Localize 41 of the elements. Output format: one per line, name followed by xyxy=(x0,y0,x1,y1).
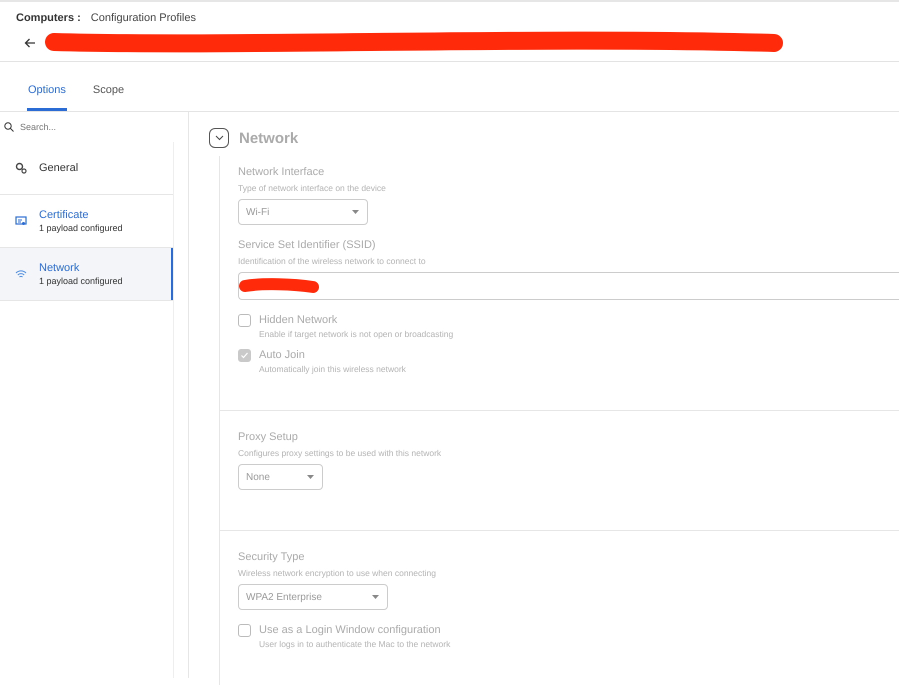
field-label: Network Interface xyxy=(238,166,326,178)
checkbox[interactable] xyxy=(238,624,251,637)
field-label: Proxy Setup xyxy=(238,431,299,443)
certificate-icon xyxy=(15,215,27,227)
back-arrow-icon[interactable] xyxy=(24,37,36,49)
checkbox-label: Auto Join xyxy=(259,349,306,361)
field-hint: Wireless network encryption to use when connecting xyxy=(238,568,437,578)
breadcrumb-link[interactable]: Computers : xyxy=(16,12,81,24)
checkbox[interactable] xyxy=(238,314,251,327)
field-hint: Identification of the wireless network to connect to xyxy=(238,256,427,266)
checkbox[interactable] xyxy=(238,349,251,362)
gear-icon xyxy=(15,162,27,174)
chevron-icon xyxy=(214,135,224,141)
field-hint: Enable if target network is not open or broadcasting xyxy=(259,329,454,339)
checkbox-label: Hidden Network xyxy=(259,314,338,326)
checkbox-label: Use as a Login Window configuration xyxy=(259,624,442,636)
field-label: Security Type xyxy=(238,551,306,563)
item-subtitle: 1 payload configured xyxy=(39,276,123,286)
input-field[interactable] xyxy=(238,272,899,300)
item-label: Network xyxy=(39,262,80,274)
sidebar-item[interactable]: Network 1 payload configured xyxy=(0,248,173,301)
sidebar-item[interactable]: General xyxy=(0,142,173,195)
check-icon xyxy=(240,351,249,360)
field-hint: Configures proxy settings to be used with this network xyxy=(238,448,442,458)
breadcrumb-current: Configuration Profiles xyxy=(90,12,196,24)
field-hint: Automatically join this wireless network xyxy=(259,364,406,374)
tab[interactable]: Scope xyxy=(92,83,124,111)
tab[interactable]: Options xyxy=(27,83,67,111)
caret-icon xyxy=(352,210,359,214)
caret-icon xyxy=(372,595,379,599)
wifi-icon xyxy=(15,268,27,280)
collapse-button[interactable] xyxy=(209,128,229,148)
section-title: Network xyxy=(239,130,298,146)
item-label: Certificate xyxy=(39,209,90,221)
item-subtitle: 1 payload configured xyxy=(39,223,123,233)
search-icon xyxy=(4,122,14,132)
item-label: General xyxy=(39,162,78,174)
field-label: Service Set Identifier (SSID) xyxy=(238,239,377,251)
field-hint: Type of network interface on the device xyxy=(238,183,387,193)
caret-icon xyxy=(307,475,314,479)
field-hint: User logs in to authenticate the Mac to the network xyxy=(259,639,450,649)
